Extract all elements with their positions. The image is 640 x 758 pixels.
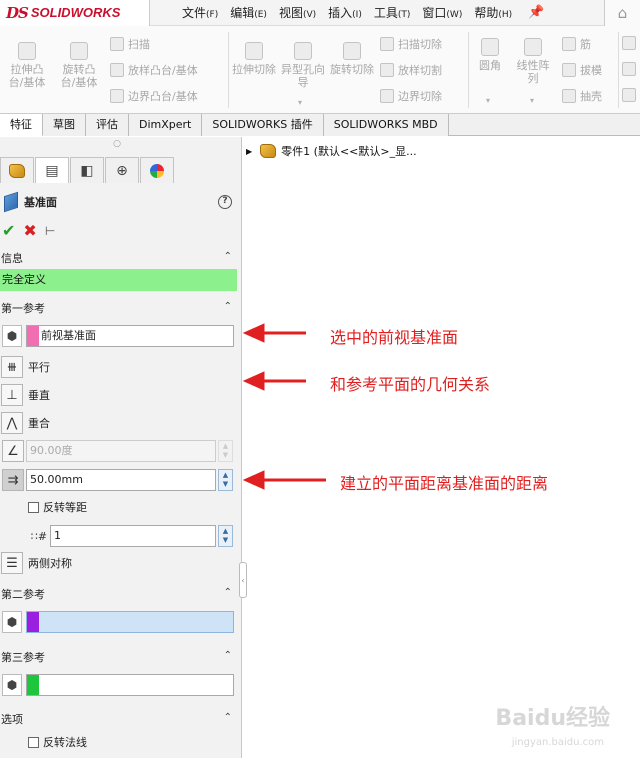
annotation-distance: 建立的平面距离基准面的距离 (340, 474, 549, 493)
arrow-head (242, 371, 265, 391)
arrow-head (242, 323, 265, 343)
arrow-head (242, 470, 265, 490)
annotation-selected-plane: 选中的前视基准面 (330, 328, 459, 347)
watermark-logo: Baidu经验 (495, 706, 610, 731)
annotation-arrows (242, 323, 326, 490)
annotation-geometric-relation: 和参考平面的几何关系 (330, 375, 491, 394)
watermark-url: jingyan.baidu.com (511, 737, 604, 748)
